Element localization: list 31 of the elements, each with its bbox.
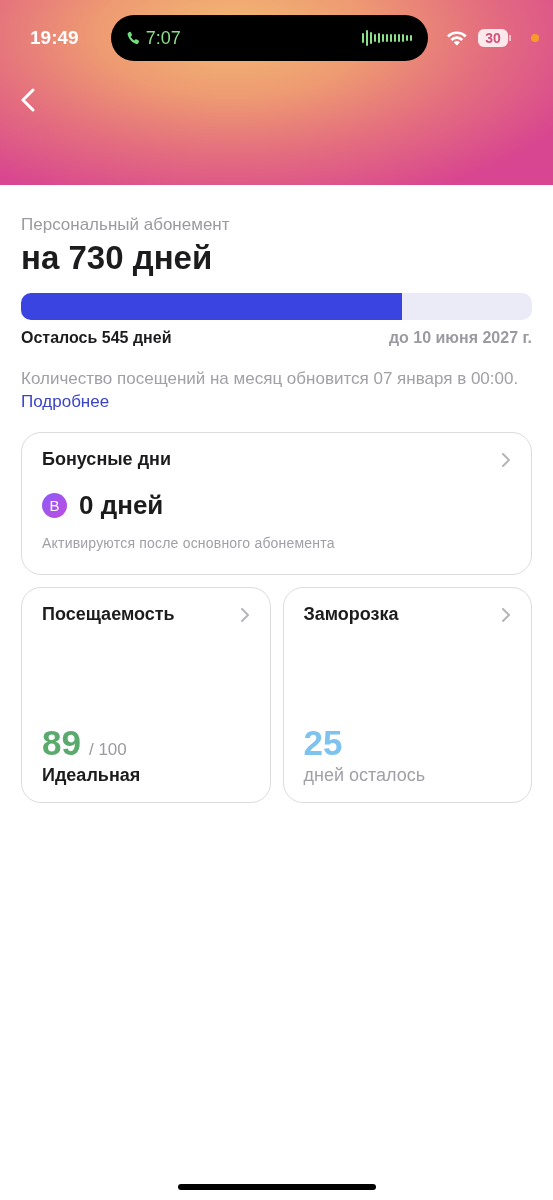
waveform-icon	[362, 29, 413, 47]
wifi-icon	[446, 30, 469, 46]
stat-value: 25	[303, 723, 343, 763]
bonus-card[interactable]: Бонусные дни B 0 дней Активируются после основного абонемента	[21, 432, 532, 575]
card-title: Бонусные дни	[42, 449, 171, 470]
stat-total: / 100	[88, 740, 127, 760]
stat-card[interactable]: Посещаемость 89 / 100 Идеальная	[21, 587, 271, 803]
stat-card[interactable]: Заморозка 25 дней осталось	[282, 587, 532, 803]
privacy-dot	[531, 34, 539, 42]
days-remaining: Осталось 545 дней	[21, 329, 172, 347]
subscription-title: на 730 дней	[21, 239, 214, 277]
call-duration: 7:07	[145, 27, 181, 49]
end-date: до 10 июня 2027 г.	[388, 329, 532, 347]
bonus-hint: Активируются после основного абонемента	[42, 535, 336, 551]
chevron-icon	[239, 606, 250, 623]
update-note: Количество посещений на месяц обновится 07 января в 00:00. Подробнее	[21, 368, 520, 413]
stat-label: дней осталось	[303, 765, 427, 786]
back-icon[interactable]	[20, 88, 36, 112]
subscription-caption: Персональный абонемент	[21, 215, 231, 235]
stat-label: Идеальная	[42, 765, 142, 786]
chevron-icon	[501, 606, 511, 623]
bonus-badge: B	[42, 493, 67, 518]
stat-value: 89	[42, 723, 81, 763]
details-link[interactable]: Подробнее	[21, 392, 110, 411]
call-indicator[interactable]: 7:07	[110, 15, 429, 61]
card-title: Заморозка	[303, 604, 399, 625]
card-title: Посещаемость	[42, 604, 175, 625]
chevron-icon	[501, 451, 511, 468]
battery-icon: 30	[478, 29, 512, 47]
bonus-days: 0 дней	[79, 490, 164, 521]
status-time: 19:49	[29, 27, 80, 49]
